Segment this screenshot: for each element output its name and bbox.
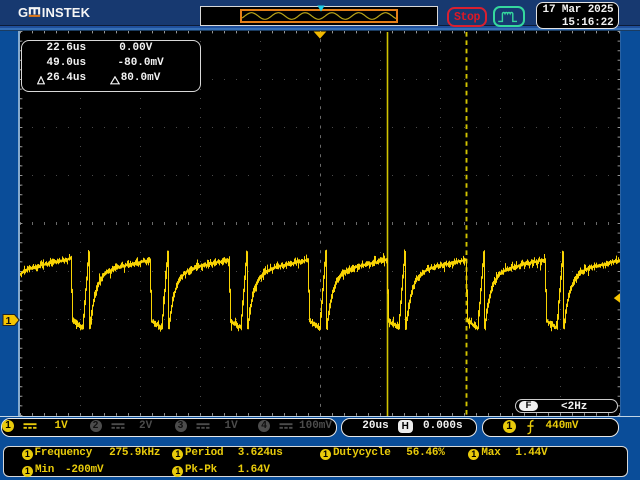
svg-text:1: 1: [5, 315, 11, 327]
